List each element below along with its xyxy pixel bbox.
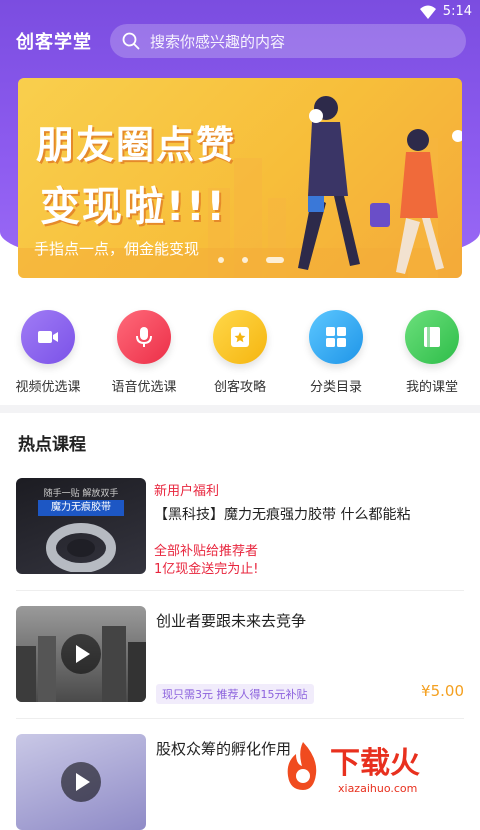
thumb-title: 魔力无痕胶带 <box>38 500 124 516</box>
promo-banner[interactable]: 朋友圈点赞 变现啦!!! 手指点一点，佣金能变现 <box>18 78 462 278</box>
quick-entry-label: 视频优选课 <box>15 380 81 395</box>
app-title: 创客学堂 <box>16 32 92 53</box>
search-icon <box>122 32 140 50</box>
course-title: 【黑科技】魔力无痕强力胶带 什么都能粘 <box>154 507 411 523</box>
site-watermark: 下载火 xiazaihuo.com <box>280 738 480 800</box>
row-separator <box>16 718 464 719</box>
course-thumbnail <box>16 734 146 830</box>
course-card[interactable]: 创业者要跟未来去竞争 现只需3元 推荐人得15元补贴 ¥5.00 <box>0 606 480 706</box>
status-bar: 5:14 <box>0 0 480 24</box>
quick-entry-row: 视频优选课 语音优选课 创客攻略 分类目录 我的课堂 <box>0 310 480 400</box>
status-time: 5:14 <box>442 4 472 19</box>
banner-subtitle: 手指点一点，佣金能变现 <box>34 240 200 258</box>
thumb-caption: 随手一贴 解放双手 <box>43 489 119 499</box>
banner-headline-1: 朋友圈点赞 <box>36 123 237 167</box>
section-title: 热点课程 <box>18 435 86 455</box>
course-promo-2: 1亿现金送完为止! <box>154 562 259 577</box>
search-bar[interactable]: 搜索你感兴趣的内容 <box>110 24 466 58</box>
wifi-icon <box>420 5 436 19</box>
tape-roll-graphic <box>46 523 116 572</box>
quick-entry-guide[interactable]: 创客攻略 <box>192 310 288 395</box>
quick-entry-label: 我的课堂 <box>405 380 458 395</box>
flame-logo-icon <box>287 742 317 790</box>
quick-entry-category[interactable]: 分类目录 <box>288 310 384 395</box>
microphone-icon <box>117 310 171 364</box>
carousel-dot[interactable] <box>242 257 248 263</box>
quick-entry-label: 语音优选课 <box>111 380 177 395</box>
row-separator <box>16 590 464 591</box>
play-button-icon[interactable] <box>61 634 101 674</box>
play-button-icon[interactable] <box>61 762 101 802</box>
banner-headline-2: 变现啦!!! <box>40 184 227 230</box>
course-promo-1: 全部补贴给推荐者 <box>154 544 259 559</box>
search-placeholder: 搜索你感兴趣的内容 <box>150 33 286 51</box>
course-promo-tag: 现只需3元 推荐人得15元补贴 <box>156 684 314 704</box>
star-card-icon <box>213 310 267 364</box>
people-illustration <box>298 96 462 274</box>
quick-entry-label: 分类目录 <box>309 380 362 395</box>
book-icon <box>405 310 459 364</box>
course-title: 股权众筹的孵化作用 <box>156 740 292 758</box>
quick-entry-my-class[interactable]: 我的课堂 <box>384 310 480 395</box>
course-thumbnail <box>16 606 146 702</box>
quick-entry-audio[interactable]: 语音优选课 <box>96 310 192 395</box>
quick-entry-label: 创客攻略 <box>213 380 266 395</box>
course-label: 新用户福利 <box>154 484 220 499</box>
grid-icon <box>309 310 363 364</box>
course-price: ¥5.00 <box>421 682 464 700</box>
course-title: 创业者要跟未来去竞争 <box>156 612 307 630</box>
course-thumbnail: 随手一贴 解放双手 魔力无痕胶带 <box>16 478 146 574</box>
video-camera-icon <box>21 310 75 364</box>
section-divider <box>0 405 480 413</box>
watermark-text: 下载火 <box>330 746 420 781</box>
course-card[interactable]: 随手一贴 解放双手 魔力无痕胶带 新用户福利 【黑科技】魔力无痕强力胶带 什么都… <box>0 478 480 578</box>
quick-entry-video[interactable]: 视频优选课 <box>0 310 96 395</box>
watermark-domain: xiazaihuo.com <box>338 782 418 795</box>
carousel-dot[interactable] <box>218 257 224 263</box>
